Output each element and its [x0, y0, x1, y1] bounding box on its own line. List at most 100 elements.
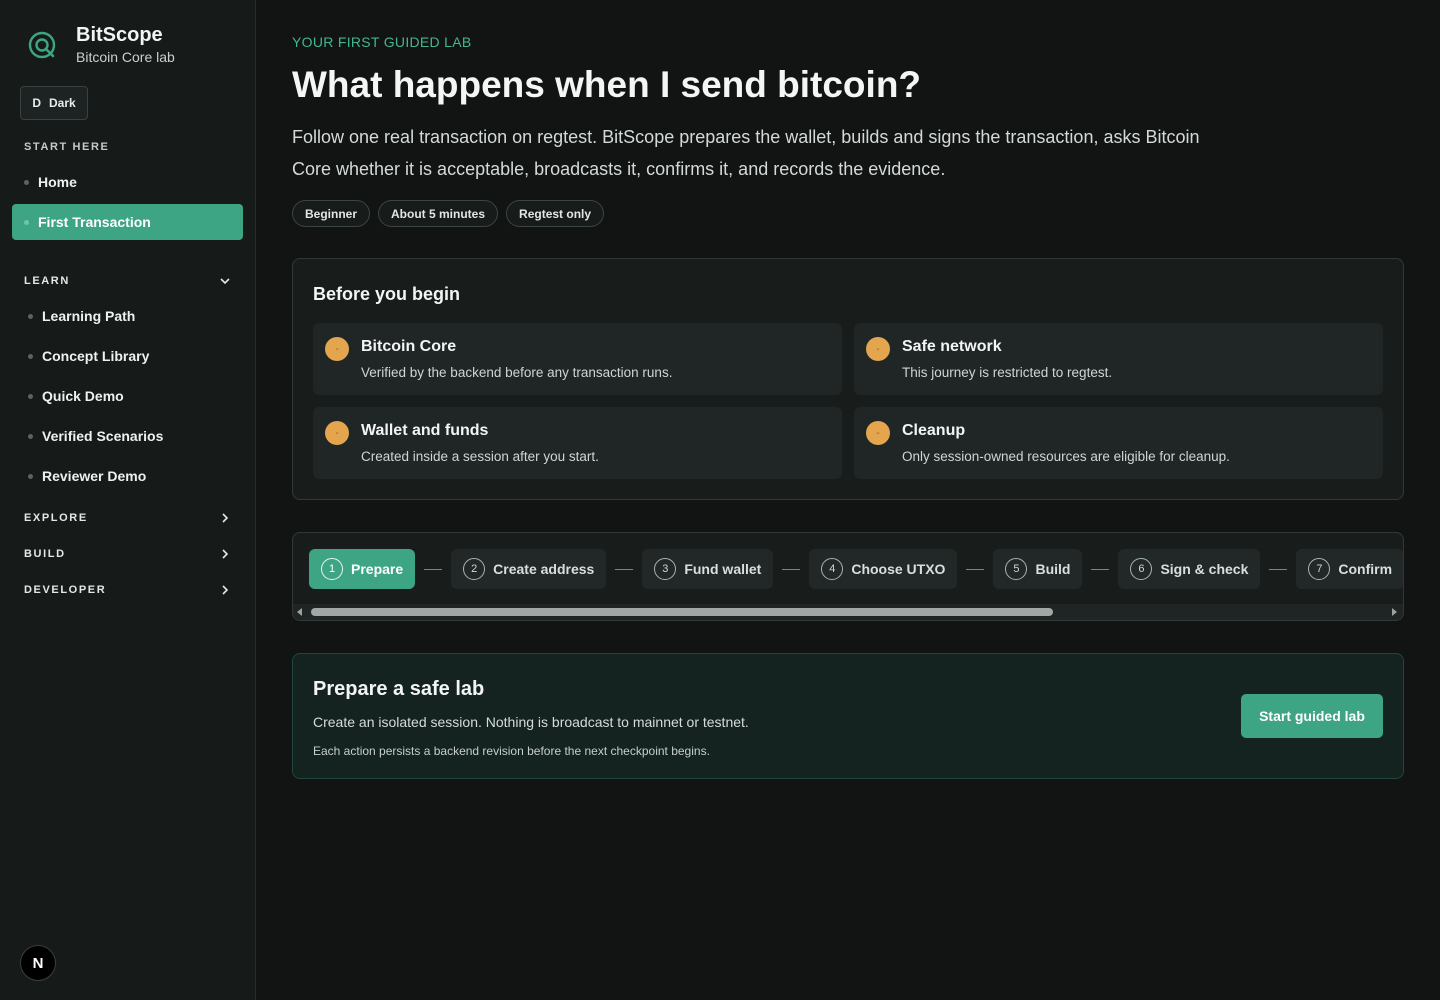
- nav-group-build[interactable]: BUILD: [12, 542, 243, 566]
- step-label: Choose UTXO: [851, 561, 946, 577]
- nav-group-developer[interactable]: DEVELOPER: [12, 578, 243, 602]
- step-sign-and-check[interactable]: 6 Sign & check: [1118, 549, 1261, 589]
- step-number: 1: [321, 558, 343, 580]
- step-build[interactable]: 5 Build: [993, 549, 1083, 589]
- nav-group-explore[interactable]: EXPLORE: [12, 506, 243, 530]
- step-number: 3: [654, 558, 677, 580]
- step-label: Confirm: [1338, 561, 1393, 577]
- step-create-address[interactable]: 2 Create address: [451, 549, 607, 589]
- step-connector: [615, 568, 634, 570]
- start-guided-lab-button[interactable]: Start guided lab: [1241, 694, 1383, 738]
- brand-subtitle: Bitcoin Core lab: [76, 49, 175, 65]
- nav-item-label: Reviewer Demo: [42, 468, 147, 484]
- intro-paragraph: Follow one real transaction on regtest. …: [292, 127, 1200, 179]
- nav-item-first-transaction[interactable]: First Transaction: [12, 204, 243, 240]
- step-navigator: 1 Prepare 2 Create address 3 Fund wallet…: [292, 532, 1404, 621]
- bitscope-logo-icon: [28, 31, 56, 59]
- nav-item-label: Verified Scenarios: [42, 428, 164, 444]
- sidebar: BitScope Bitcoin Core lab D Dark START H…: [0, 0, 256, 1000]
- requirement-title: Bitcoin Core: [361, 338, 457, 355]
- step-connector: [424, 568, 443, 570]
- requirement-title: Cleanup: [902, 422, 966, 439]
- requirement-title: Safe network: [902, 338, 1002, 355]
- theme-toggle-button[interactable]: D Dark: [20, 86, 88, 120]
- pending-status-icon: -: [866, 421, 890, 445]
- tag-beginner: Beginner: [292, 200, 371, 227]
- nav-group-label: EXPLORE: [24, 512, 88, 524]
- step-number: 6: [1130, 558, 1153, 580]
- bullet-icon: [28, 313, 33, 319]
- requirement-safe-network: - Safe network This journey is restricte…: [854, 323, 1383, 395]
- nav-group-label: LEARN: [24, 275, 70, 287]
- step-choose-utxo[interactable]: 4 Choose UTXO: [809, 549, 958, 589]
- nav-item-concept-library[interactable]: Concept Library: [12, 338, 243, 374]
- nav-item-learning-path[interactable]: Learning Path: [12, 298, 243, 334]
- nav-item-verified-scenarios[interactable]: Verified Scenarios: [12, 418, 243, 454]
- step-prepare[interactable]: 1 Prepare: [309, 549, 416, 589]
- brand-title: BitScope: [76, 24, 163, 46]
- requirement-title: Wallet and funds: [361, 422, 489, 439]
- eyebrow-label: YOUR FIRST GUIDED LAB: [292, 34, 472, 50]
- nav-group-label: DEVELOPER: [24, 584, 107, 596]
- bullet-icon: [24, 179, 29, 185]
- nav-item-quick-demo[interactable]: Quick Demo: [12, 378, 243, 414]
- horizontal-scrollbar[interactable]: [293, 604, 1403, 620]
- step-connector: [782, 568, 801, 570]
- step-list: 1 Prepare 2 Create address 3 Fund wallet…: [309, 549, 1403, 589]
- nav-item-label: Learning Path: [42, 308, 136, 324]
- nav-group-label: BUILD: [24, 548, 66, 560]
- requirement-description: Verified by the backend before any trans…: [361, 365, 673, 380]
- section-label-start-here: START HERE: [24, 141, 110, 153]
- requirement-description: Only session-owned resources are eligibl…: [902, 449, 1230, 464]
- before-you-begin-card: Before you begin - Bitcoin Core Verified…: [292, 258, 1404, 500]
- nav-item-home[interactable]: Home: [12, 164, 243, 200]
- pending-status-icon: -: [325, 421, 349, 445]
- theme-icon: D: [32, 96, 41, 110]
- action-title: Prepare a safe lab: [313, 678, 485, 700]
- bullet-icon: [28, 433, 33, 439]
- step-label: Build: [1035, 561, 1071, 577]
- nav-item-label: First Transaction: [38, 214, 151, 230]
- nav-item-label: Concept Library: [42, 348, 150, 364]
- scroll-left-icon[interactable]: [297, 608, 302, 616]
- step-number: 5: [1005, 558, 1028, 580]
- action-note: Each action persists a backend revision …: [313, 744, 710, 758]
- chevron-right-icon: [222, 549, 229, 559]
- brand[interactable]: BitScope Bitcoin Core lab: [26, 24, 175, 65]
- step-connector: [1269, 568, 1288, 570]
- tag-list: Beginner About 5 minutes Regtest only: [292, 200, 605, 227]
- prepare-lab-card: Prepare a safe lab Create an isolated se…: [292, 653, 1404, 779]
- nav-item-label: Home: [38, 174, 77, 190]
- nav-item-label: Quick Demo: [42, 388, 124, 404]
- action-description: Create an isolated session. Nothing is b…: [313, 714, 749, 730]
- tag-duration: About 5 minutes: [378, 200, 499, 227]
- requirement-description: Created inside a session after you start…: [361, 449, 599, 464]
- step-confirm[interactable]: 7 Confirm: [1296, 549, 1403, 589]
- nav-item-reviewer-demo[interactable]: Reviewer Demo: [12, 458, 243, 494]
- step-label: Fund wallet: [684, 561, 762, 577]
- step-label: Sign & check: [1160, 561, 1249, 577]
- step-label: Create address: [493, 561, 595, 577]
- theme-label: Dark: [48, 96, 76, 110]
- scroll-right-icon[interactable]: [1392, 608, 1397, 616]
- bullet-icon: [24, 219, 29, 225]
- pending-status-icon: -: [325, 337, 349, 361]
- chevron-right-icon: [222, 585, 229, 595]
- chevron-right-icon: [222, 513, 229, 523]
- page-title: What happens when I send bitcoin?: [292, 64, 922, 105]
- pending-status-icon: -: [866, 337, 890, 361]
- requirement-wallet-and-funds: - Wallet and funds Created inside a sess…: [313, 407, 842, 479]
- bullet-icon: [28, 393, 33, 399]
- scrollbar-thumb[interactable]: [311, 608, 1053, 616]
- nextjs-devtools-badge[interactable]: N: [20, 945, 56, 981]
- step-fund-wallet[interactable]: 3 Fund wallet: [642, 549, 774, 589]
- chevron-down-icon: [220, 278, 230, 285]
- bullet-icon: [28, 473, 33, 479]
- nav-group-learn[interactable]: LEARN: [12, 269, 243, 293]
- requirement-cleanup: - Cleanup Only session-owned resources a…: [854, 407, 1383, 479]
- step-number: 2: [463, 558, 486, 580]
- step-label: Prepare: [351, 561, 404, 577]
- step-connector: [1091, 568, 1110, 570]
- requirement-description: This journey is restricted to regtest.: [902, 365, 1113, 380]
- step-number: 4: [821, 558, 844, 580]
